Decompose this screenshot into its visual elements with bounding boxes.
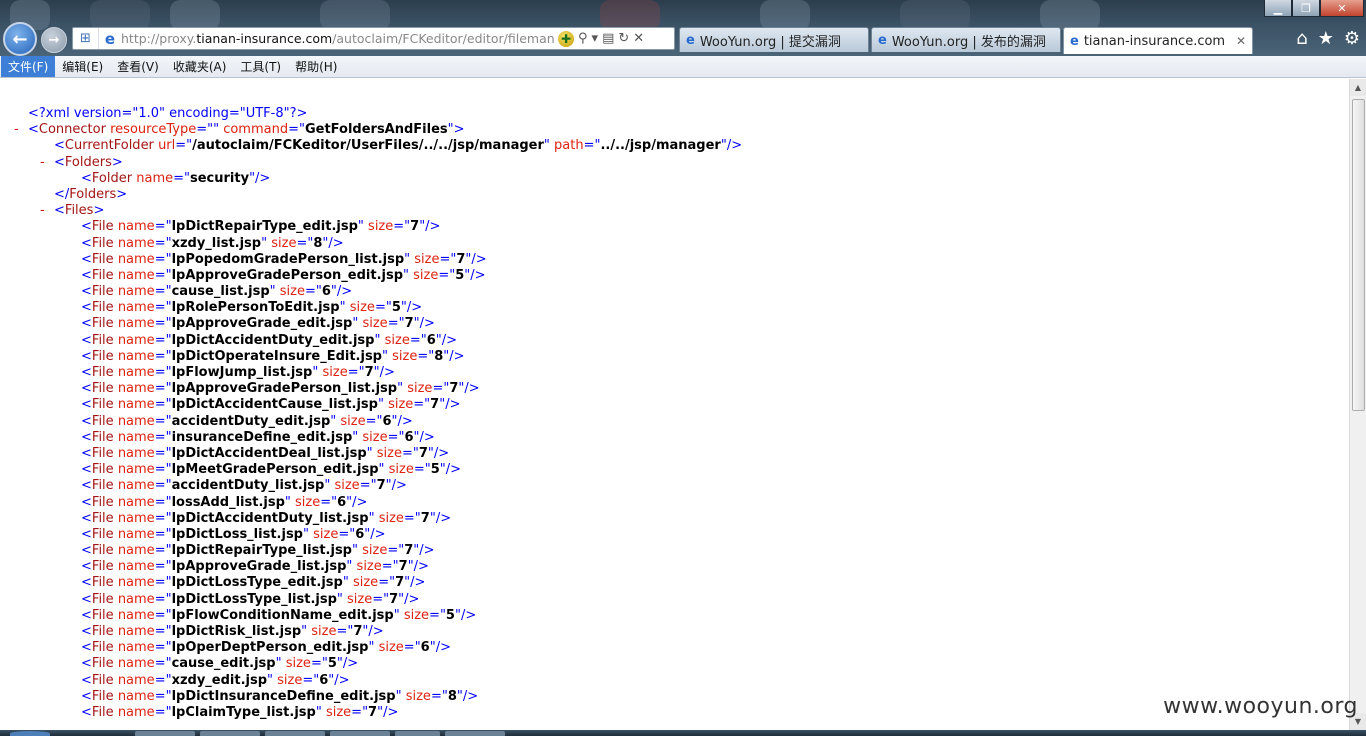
close-button[interactable]: ✕ <box>1320 0 1364 17</box>
toolbar-right: ⌂ ★ ⚙ <box>1296 28 1360 49</box>
file-entry: <File name="lpClaimType_list.jsp" size="… <box>81 704 399 720</box>
ie-tab-icon: e <box>878 32 887 48</box>
file-entry: <File name="lpDictRepairType_list.jsp" s… <box>81 543 435 559</box>
search-icon[interactable]: ⚲ <box>578 31 588 46</box>
file-entry: <File name="lpPopedomGradePerson_list.js… <box>81 251 487 267</box>
arrow-left-icon: ← <box>12 28 28 50</box>
folder-entry: <Folder name="security"/> <box>81 170 271 186</box>
compatibility-view-button[interactable]: ⊞ <box>73 28 99 49</box>
dropdown-icon[interactable]: ▾ <box>592 31 599 46</box>
file-entry: <File name="cause_list.jsp" size="6"/> <box>81 284 353 300</box>
file-entry: <File name="lpDictOperateInsure_Edit.jsp… <box>81 348 465 364</box>
taskbar <box>0 730 1366 736</box>
address-bar[interactable]: ⊞ e http://proxy.tianan-insurance.com/au… <box>72 27 675 50</box>
taskbar-item[interactable] <box>395 731 440 736</box>
menu-file[interactable]: 文件(F) <box>1 56 56 77</box>
xml-tree: <?xml version="1.0" encoding="UTF-8"?> -… <box>0 106 1349 721</box>
file-entry: <File name="lpDictAccidentDuty_list.jsp"… <box>81 510 452 526</box>
menu-favorites[interactable]: 收藏夹(A) <box>166 56 234 77</box>
xml-viewer: <?xml version="1.0" encoding="UTF-8"?> -… <box>0 79 1349 730</box>
menu-view[interactable]: 查看(V) <box>110 56 166 77</box>
stop-icon[interactable]: ✕ <box>633 31 644 46</box>
files-open: - <Files> <box>40 203 105 219</box>
file-entry: <File name="lpDictAccidentCause_list.jsp… <box>81 397 461 413</box>
file-entry: <File name="xzdy_list.jsp" size="8"/> <box>81 235 344 251</box>
file-entry: <File name="insuranceDefine_edit.jsp" si… <box>81 429 435 445</box>
compat-icon[interactable]: ▤ <box>602 31 614 46</box>
folders-close: </Folders> <box>54 186 128 202</box>
menu-edit[interactable]: 编辑(E) <box>55 56 110 77</box>
forward-button[interactable]: → <box>41 27 67 53</box>
file-entry: <File name="cause_edit.jsp" size="5"/> <box>81 656 359 672</box>
scroll-up-icon[interactable]: ▲ <box>1350 79 1366 96</box>
tab-wooyun-submit[interactable]: e WooYun.org | 提交漏洞 <box>679 27 869 52</box>
file-entry: <File name="lpApproveGrade_list.jsp" siz… <box>81 559 429 575</box>
folders-open: - <Folders> <box>40 154 123 171</box>
vertical-scrollbar[interactable]: ▲ ▼ <box>1349 79 1366 730</box>
current-folder: <CurrentFolder url="/autoclaim/FCKeditor… <box>54 138 743 154</box>
close-tab-icon[interactable]: ✕ <box>1236 34 1246 48</box>
menu-bar: 文件(F) 编辑(E) 查看(V) 收藏夹(A) 工具(T) 帮助(H) <box>0 56 1366 78</box>
collapse-toggle[interactable]: - <box>40 155 45 171</box>
file-entry: <File name="accidentDuty_list.jsp" size=… <box>81 478 407 494</box>
menu-tools[interactable]: 工具(T) <box>233 56 288 77</box>
file-entry: <File name="lpRolePersonToEdit.jsp" size… <box>81 300 423 316</box>
start-button[interactable] <box>10 731 50 736</box>
file-entry: <File name="lpDictAccidentDeal_list.jsp"… <box>81 445 450 461</box>
file-entry: <File name="lossAdd_list.jsp" size="6"/> <box>81 494 368 510</box>
collapse-toggle[interactable]: - <box>40 203 45 219</box>
file-entry: <File name="lpDictLoss_list.jsp" size="6… <box>81 526 386 542</box>
file-entry: <File name="lpFlowConditionName_edit.jsp… <box>81 607 477 623</box>
file-entry: <File name="lpDictAccidentDuty_edit.jsp"… <box>81 332 458 348</box>
home-icon[interactable]: ⌂ <box>1296 28 1307 49</box>
arrow-right-icon: → <box>48 32 60 48</box>
refresh-icon[interactable]: ↻ <box>618 31 629 46</box>
address-url[interactable]: http://proxy.tianan-insurance.com/autocl… <box>121 31 554 46</box>
ie-tab-icon: e <box>1070 33 1079 49</box>
collapse-toggle[interactable]: - <box>14 122 19 138</box>
addon-icon[interactable]: ✚ <box>558 30 574 47</box>
file-entry: <File name="lpDictRisk_list.jsp" size="7… <box>81 624 384 639</box>
menu-help[interactable]: 帮助(H) <box>288 56 344 77</box>
watermark: www.wooyun.org <box>1163 694 1358 719</box>
file-entry: <File name="lpFlowJump_list.jsp" size="7… <box>81 365 395 380</box>
browser-chrome: ▁ ❐ ✕ ← → ⊞ e http://proxy.tianan-insura… <box>0 0 1366 56</box>
file-entry: <File name="lpDictLossType_edit.jsp" siz… <box>81 575 426 591</box>
minimize-button[interactable]: ▁ <box>1264 0 1292 17</box>
ie-page-icon: e <box>104 29 116 48</box>
xml-declaration: <?xml version="1.0" encoding="UTF-8"?> <box>28 106 308 121</box>
connector-open: - <Connector resourceType="" command="Ge… <box>14 122 465 138</box>
scroll-thumb[interactable] <box>1352 99 1365 411</box>
file-entry: <File name="lpApproveGradePerson_edit.js… <box>81 267 486 283</box>
taskbar-item[interactable] <box>445 731 505 736</box>
tab-tianan[interactable]: e tianan-insurance.com ✕ <box>1063 27 1253 54</box>
file-entry: <File name="lpOperDeptPerson_edit.jsp" s… <box>81 640 451 656</box>
back-button[interactable]: ← <box>3 22 37 56</box>
file-entry: <File name="accidentDuty_edit.jsp" size=… <box>81 413 413 429</box>
address-tools: ✚ ⚲ ▾ ▤ ↻ ✕ <box>558 30 644 47</box>
plus-icon: ⊞ <box>80 31 91 46</box>
taskbar-item[interactable] <box>200 731 260 736</box>
ie-tab-icon: e <box>686 32 695 48</box>
file-entry: <File name="xzdy_edit.jsp" size="6"/> <box>81 672 350 688</box>
file-entry: <File name="lpMeetGradePerson_edit.jsp" … <box>81 462 462 478</box>
file-entry: <File name="lpApproveGrade_edit.jsp" siz… <box>81 316 435 332</box>
taskbar-item[interactable] <box>265 731 325 736</box>
maximize-button[interactable]: ❐ <box>1292 0 1320 17</box>
star-icon[interactable]: ★ <box>1318 28 1334 49</box>
file-entry: <File name="lpDictLossType_list.jsp" siz… <box>81 591 420 607</box>
file-entry: <File name="lpDictInsuranceDefine_edit.j… <box>81 688 479 704</box>
window-controls: ▁ ❐ ✕ <box>1264 0 1364 17</box>
file-entry: <File name="lpDictRepairType_edit.jsp" s… <box>81 219 441 235</box>
taskbar-item[interactable] <box>330 731 390 736</box>
file-entry: <File name="lpApproveGradePerson_list.js… <box>81 381 480 397</box>
taskbar-item[interactable] <box>135 731 195 736</box>
gear-icon[interactable]: ⚙ <box>1344 28 1360 49</box>
tab-wooyun-published[interactable]: e WooYun.org | 发布的漏洞 <box>871 27 1061 52</box>
